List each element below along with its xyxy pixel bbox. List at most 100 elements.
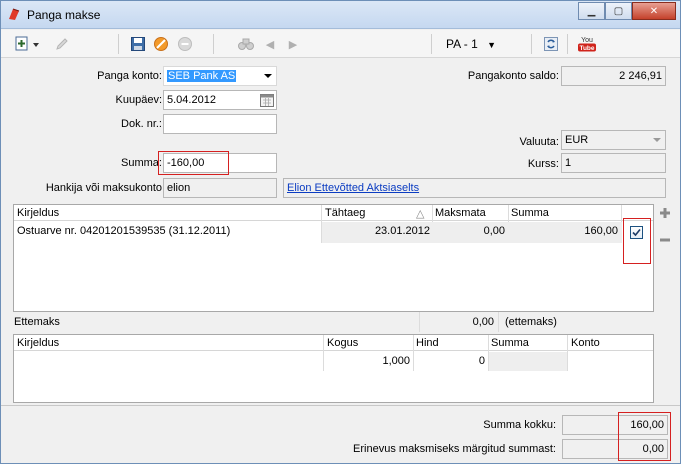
valuuta-dropdown[interactable]: EUR <box>561 130 666 150</box>
summa-kokku-label: Summa kokku: <box>483 419 556 431</box>
prepayment-grid-header: Kirjeldus Kogus Hind Summa Konto <box>14 335 653 351</box>
column-divider <box>419 312 420 332</box>
column-divider <box>498 312 499 332</box>
invoices-grid-header: Kirjeldus Tähtaeg △ Maksmata Summa <box>14 205 653 221</box>
panga-konto-dropdown[interactable]: SEB Pank AS <box>163 66 277 86</box>
payment-window: Panga makse ▁ ▢ ✕ ◀ ▶ PA - 1 ▼ You Tube … <box>0 0 681 464</box>
toolbar-separator <box>118 34 119 54</box>
chevron-down-icon: ▼ <box>487 40 497 50</box>
kurss-label: Kurss: <box>527 158 559 170</box>
add-row-button[interactable] <box>658 206 672 220</box>
hankija-name-field[interactable]: Elion Ettevõtted Aktsiaselts <box>283 178 666 198</box>
cell-tahtaeg: 23.01.2012 <box>374 225 430 237</box>
payment-form: Panga konto: SEB Pank AS Kuupäev: 5.04.2… <box>7 59 674 203</box>
cell-maksmata: 0,00 <box>483 225 505 237</box>
youtube-button[interactable]: You Tube <box>576 35 598 53</box>
totals-footer: Summa kokku: 160,00 Erinevus maksmiseks … <box>1 405 680 463</box>
save-button[interactable] <box>129 35 147 53</box>
close-icon: ✕ <box>649 5 659 17</box>
previous-button[interactable]: ◀ <box>264 35 276 53</box>
kuupaev-label: Kuupäev: <box>115 94 162 106</box>
new-document-button[interactable] <box>13 35 43 53</box>
summa-label: Summa: <box>121 157 162 169</box>
close-button[interactable]: ✕ <box>632 2 676 20</box>
remove-row-button[interactable] <box>658 233 672 247</box>
column-header-kirjeldus[interactable]: Kirjeldus <box>17 337 59 349</box>
cancel-button[interactable] <box>152 35 170 53</box>
pencil-icon <box>56 38 68 50</box>
minus-icon <box>660 238 670 242</box>
column-divider <box>567 335 568 371</box>
hankija-field[interactable]: elion <box>163 178 277 198</box>
column-header-tahtaeg[interactable]: Tähtaeg <box>325 207 365 219</box>
new-document-icon <box>15 36 39 51</box>
toolbar-separator <box>531 34 532 54</box>
edit-button[interactable] <box>53 35 71 53</box>
ettemaks-value: 0,00 <box>472 316 494 328</box>
column-divider <box>413 335 414 371</box>
ettemaks-suffix: (ettemaks) <box>505 316 557 328</box>
column-header-hind[interactable]: Hind <box>416 337 439 349</box>
youtube-icon: You Tube <box>578 37 596 52</box>
minimize-icon: ▁ <box>587 5 596 17</box>
prepayment-grid: Kirjeldus Kogus Hind Summa Konto 1,000 0 <box>13 334 654 403</box>
erinevus-label: Erinevus maksmiseks märgitud summast: <box>353 443 556 455</box>
toolbar-separator <box>213 34 214 54</box>
dok-nr-label: Dok. nr.: <box>121 118 162 130</box>
toolbar-separator <box>567 34 568 54</box>
calendar-button[interactable] <box>259 92 275 108</box>
hankija-label: Hankija või maksukonto <box>45 182 162 194</box>
saldo-label: Pangakonto saldo: <box>467 70 559 82</box>
column-divider <box>323 335 324 371</box>
document-selector[interactable]: PA - 1 ▼ <box>446 37 496 51</box>
invoices-grid: Kirjeldus Tähtaeg △ Maksmata Summa Ostua… <box>13 204 654 312</box>
maximize-icon: ▢ <box>613 5 624 17</box>
kurss-value: 1 <box>565 157 572 169</box>
toolbar-separator <box>431 34 432 54</box>
cell-kogus: 1,000 <box>382 355 410 367</box>
delete-button[interactable] <box>176 35 194 53</box>
refresh-button[interactable] <box>542 35 560 53</box>
hankija-name-link[interactable]: Elion Ettevõtted Aktsiaselts <box>287 182 419 194</box>
totals-highlight <box>618 412 671 461</box>
binoculars-icon <box>238 38 254 50</box>
ettemaks-row: Ettemaks 0,00 (ettemaks) <box>7 312 667 332</box>
save-icon <box>131 37 145 51</box>
dok-nr-field[interactable] <box>163 114 277 134</box>
column-header-summa[interactable]: Summa <box>491 337 529 349</box>
cancel-icon <box>154 37 168 51</box>
next-button[interactable]: ▶ <box>287 35 299 53</box>
window-title: Panga makse <box>27 8 101 22</box>
chevron-down-icon <box>653 138 661 142</box>
chevron-down-icon <box>264 74 272 78</box>
svg-text:You: You <box>581 37 593 44</box>
cell-hind: 0 <box>478 355 485 367</box>
arrow-left-icon: ◀ <box>265 38 275 51</box>
checkbox-highlight <box>623 218 651 264</box>
column-header-summa[interactable]: Summa <box>511 207 549 219</box>
kurss-field[interactable]: 1 <box>561 153 666 173</box>
ettemaks-label: Ettemaks <box>14 316 60 328</box>
maximize-button[interactable]: ▢ <box>605 2 632 20</box>
calendar-icon <box>260 94 274 107</box>
column-header-maksmata[interactable]: Maksmata <box>435 207 486 219</box>
column-header-kirjeldus[interactable]: Kirjeldus <box>17 207 59 219</box>
summa-highlight <box>158 151 229 175</box>
column-header-konto[interactable]: Konto <box>571 337 600 349</box>
hankija-value: elion <box>167 182 191 194</box>
cell-summa: 160,00 <box>584 225 618 237</box>
minimize-button[interactable]: ▁ <box>578 2 605 20</box>
window-controls: ▁ ▢ ✕ <box>578 2 676 20</box>
plus-icon <box>660 208 670 218</box>
find-button[interactable] <box>236 35 256 53</box>
svg-text:Tube: Tube <box>579 45 594 52</box>
title-bar: Panga makse ▁ ▢ ✕ <box>1 1 680 29</box>
app-icon <box>9 8 20 20</box>
sort-ascending-icon: △ <box>416 208 425 220</box>
column-header-kogus[interactable]: Kogus <box>327 337 358 349</box>
toolbar: ◀ ▶ PA - 1 ▼ You Tube <box>1 30 680 58</box>
refresh-icon <box>544 37 558 51</box>
panga-konto-label: Panga konto: <box>97 70 162 82</box>
valuuta-label: Valuuta: <box>519 136 559 148</box>
arrow-right-icon: ▶ <box>288 38 298 51</box>
